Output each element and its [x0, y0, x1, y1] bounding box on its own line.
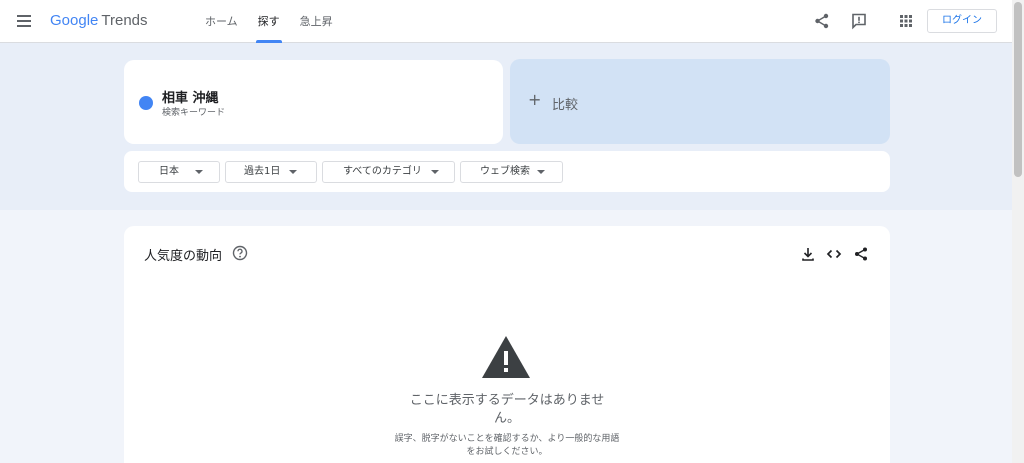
caret-down-icon — [195, 170, 203, 174]
share-icon[interactable] — [813, 12, 831, 30]
interest-over-time-card: 人気度の動向 ここに表示するデータはありません。 誤字、脱字がないことを確認する… — [124, 226, 890, 463]
download-icon[interactable] — [800, 246, 816, 262]
scrollbar-thumb[interactable] — [1014, 2, 1022, 177]
logo-google: Google — [50, 12, 99, 29]
embed-icon[interactable] — [826, 246, 842, 262]
compare-label: 比較 — [552, 98, 579, 113]
feedback-icon[interactable] — [850, 12, 868, 30]
term-color-dot — [139, 96, 153, 110]
search-type-filter[interactable]: ウェブ検索 — [460, 161, 563, 183]
time-filter[interactable]: 過去1日 — [225, 161, 317, 183]
no-data-message: ここに表示するデータはありません。 — [409, 393, 605, 426]
tab-home[interactable]: ホーム — [195, 0, 248, 43]
category-filter[interactable]: すべてのカテゴリ — [322, 161, 455, 183]
caret-down-icon — [537, 170, 545, 174]
caret-down-icon — [289, 170, 297, 174]
menu-icon[interactable] — [14, 12, 34, 30]
search-term: 相車 沖縄 — [162, 91, 219, 106]
google-trends-logo[interactable]: Google Trends — [50, 12, 148, 29]
interest-title: 人気度の動向 — [144, 249, 223, 264]
compare-button[interactable]: + 比較 — [510, 59, 890, 144]
plus-icon: + — [528, 90, 542, 109]
login-button[interactable]: ログイン — [927, 9, 997, 33]
tab-trending[interactable]: 急上昇 — [290, 0, 343, 43]
tab-explore[interactable]: 探す — [248, 0, 290, 43]
no-data-hint: 誤字、脱字がないことを確認するか、より一般的な用語をお試しください。 — [394, 434, 620, 457]
region-filter[interactable]: 日本 — [138, 161, 220, 183]
page-scrollbar[interactable] — [1012, 0, 1024, 463]
main-nav: ホーム 探す 急上昇 — [195, 0, 343, 43]
search-type-filter-label: ウェブ検索 — [480, 166, 530, 177]
warning-icon — [482, 336, 530, 378]
search-term-card[interactable]: 相車 沖縄 検索キーワード — [124, 60, 503, 144]
caret-down-icon — [431, 170, 439, 174]
filter-bar: 日本 過去1日 すべてのカテゴリ ウェブ検索 — [124, 151, 890, 192]
logo-trends: Trends — [101, 12, 148, 29]
region-filter-label: 日本 — [159, 166, 179, 177]
app-header: Google Trends ホーム 探す 急上昇 ログイン — [0, 0, 1012, 43]
time-filter-label: 過去1日 — [244, 166, 281, 177]
share-icon[interactable] — [853, 246, 869, 262]
help-icon[interactable] — [232, 245, 248, 261]
apps-icon[interactable] — [897, 12, 915, 30]
search-term-type: 検索キーワード — [162, 108, 226, 118]
category-filter-label: すべてのカテゴリ — [343, 166, 422, 177]
